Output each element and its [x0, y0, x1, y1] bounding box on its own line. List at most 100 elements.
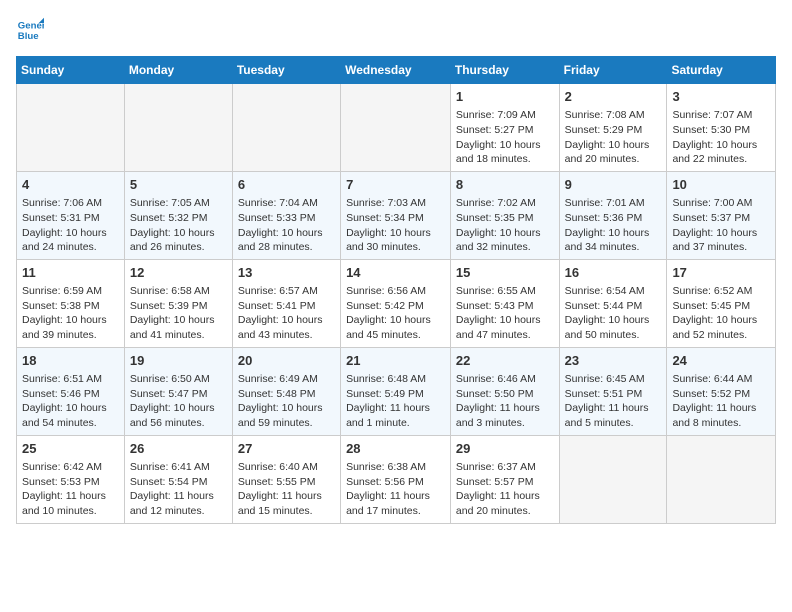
- day-number: 11: [22, 264, 119, 282]
- day-cell: 10Sunrise: 7:00 AM Sunset: 5:37 PM Dayli…: [667, 171, 776, 259]
- day-cell: 23 Sunrise: 6:45 AM Sunset: 5:51 PM Dayli…: [559, 347, 667, 435]
- day-cell: 25 Sunrise: 6:42 AM Sunset: 5:53 PM Dayli…: [17, 435, 125, 523]
- day-info: Sunrise: 7:01 AM Sunset: 5:36 PM Dayligh…: [565, 196, 662, 255]
- day-cell: 5 Sunrise: 7:05 AM Sunset: 5:32 PM Daylig…: [124, 171, 232, 259]
- day-cell: 16Sunrise: 6:54 AM Sunset: 5:44 PM Dayli…: [559, 259, 667, 347]
- day-number: 8: [456, 176, 554, 194]
- header-tuesday: Tuesday: [232, 57, 340, 84]
- day-info: Sunrise: 7:06 AM Sunset: 5:31 PM Dayligh…: [22, 196, 119, 255]
- day-cell: 26 Sunrise: 6:41 AM Sunset: 5:54 PM Dayli…: [124, 435, 232, 523]
- day-cell: [667, 435, 776, 523]
- day-info: Sunrise: 6:48 AM Sunset: 5:49 PM Dayligh…: [346, 372, 445, 431]
- day-info: Sunrise: 6:51 AM Sunset: 5:46 PM Dayligh…: [22, 372, 119, 431]
- day-info: Sunrise: 7:09 AM Sunset: 5:27 PM Dayligh…: [456, 108, 554, 167]
- day-cell: 13 Sunrise: 6:57 AM Sunset: 5:41 PM Dayli…: [232, 259, 340, 347]
- day-cell: 3 Sunrise: 7:07 AM Sunset: 5:30 PM Daylig…: [667, 84, 776, 172]
- day-cell: [232, 84, 340, 172]
- header-monday: Monday: [124, 57, 232, 84]
- day-number: 10: [672, 176, 770, 194]
- day-cell: 28 Sunrise: 6:38 AM Sunset: 5:56 PM Dayli…: [341, 435, 451, 523]
- day-cell: 14 Sunrise: 6:56 AM Sunset: 5:42 PM Dayli…: [341, 259, 451, 347]
- day-info: Sunrise: 6:50 AM Sunset: 5:47 PM Dayligh…: [130, 372, 227, 431]
- day-cell: 12 Sunrise: 6:58 AM Sunset: 5:39 PM Dayli…: [124, 259, 232, 347]
- day-cell: 11 Sunrise: 6:59 AM Sunset: 5:38 PM Dayli…: [17, 259, 125, 347]
- day-number: 5: [130, 176, 227, 194]
- day-number: 20: [238, 352, 335, 370]
- day-cell: 6 Sunrise: 7:04 AM Sunset: 5:33 PM Daylig…: [232, 171, 340, 259]
- day-info: Sunrise: 6:46 AM Sunset: 5:50 PM Dayligh…: [456, 372, 554, 431]
- day-info: Sunrise: 6:59 AM Sunset: 5:38 PM Dayligh…: [22, 284, 119, 343]
- calendar-header-row: SundayMondayTuesdayWednesdayThursdayFrid…: [17, 57, 776, 84]
- day-number: 24: [672, 352, 770, 370]
- day-number: 28: [346, 440, 445, 458]
- logo-icon: General Blue: [16, 16, 44, 44]
- svg-text:Blue: Blue: [18, 31, 39, 42]
- day-cell: 29Sunrise: 6:37 AM Sunset: 5:57 PM Dayli…: [450, 435, 559, 523]
- day-info: Sunrise: 6:54 AM Sunset: 5:44 PM Dayligh…: [565, 284, 662, 343]
- day-number: 9: [565, 176, 662, 194]
- day-cell: 22 Sunrise: 6:46 AM Sunset: 5:50 PM Dayli…: [450, 347, 559, 435]
- day-cell: 17 Sunrise: 6:52 AM Sunset: 5:45 PM Dayli…: [667, 259, 776, 347]
- day-number: 13: [238, 264, 335, 282]
- page-header: General Blue: [16, 16, 776, 44]
- day-info: Sunrise: 6:52 AM Sunset: 5:45 PM Dayligh…: [672, 284, 770, 343]
- header-friday: Friday: [559, 57, 667, 84]
- day-cell: 2 Sunrise: 7:08 AM Sunset: 5:29 PM Daylig…: [559, 84, 667, 172]
- day-cell: 19 Sunrise: 6:50 AM Sunset: 5:47 PM Dayli…: [124, 347, 232, 435]
- day-number: 2: [565, 88, 662, 106]
- day-cell: 9 Sunrise: 7:01 AM Sunset: 5:36 PM Daylig…: [559, 171, 667, 259]
- day-info: Sunrise: 7:05 AM Sunset: 5:32 PM Dayligh…: [130, 196, 227, 255]
- day-number: 19: [130, 352, 227, 370]
- header-saturday: Saturday: [667, 57, 776, 84]
- day-info: Sunrise: 7:04 AM Sunset: 5:33 PM Dayligh…: [238, 196, 335, 255]
- week-row-1: 1 Sunrise: 7:09 AM Sunset: 5:27 PM Daylig…: [17, 84, 776, 172]
- day-number: 17: [672, 264, 770, 282]
- day-info: Sunrise: 6:57 AM Sunset: 5:41 PM Dayligh…: [238, 284, 335, 343]
- day-number: 25: [22, 440, 119, 458]
- day-number: 14: [346, 264, 445, 282]
- day-cell: 27 Sunrise: 6:40 AM Sunset: 5:55 PM Dayli…: [232, 435, 340, 523]
- day-info: Sunrise: 7:03 AM Sunset: 5:34 PM Dayligh…: [346, 196, 445, 255]
- day-number: 12: [130, 264, 227, 282]
- day-info: Sunrise: 6:40 AM Sunset: 5:55 PM Dayligh…: [238, 460, 335, 519]
- day-number: 1: [456, 88, 554, 106]
- day-number: 21: [346, 352, 445, 370]
- day-cell: [559, 435, 667, 523]
- day-cell: 15Sunrise: 6:55 AM Sunset: 5:43 PM Dayli…: [450, 259, 559, 347]
- day-info: Sunrise: 6:44 AM Sunset: 5:52 PM Dayligh…: [672, 372, 770, 431]
- day-number: 7: [346, 176, 445, 194]
- day-info: Sunrise: 6:38 AM Sunset: 5:56 PM Dayligh…: [346, 460, 445, 519]
- day-number: 4: [22, 176, 119, 194]
- calendar-table: SundayMondayTuesdayWednesdayThursdayFrid…: [16, 56, 776, 524]
- day-info: Sunrise: 6:45 AM Sunset: 5:51 PM Dayligh…: [565, 372, 662, 431]
- day-cell: 8 Sunrise: 7:02 AM Sunset: 5:35 PM Daylig…: [450, 171, 559, 259]
- day-cell: [341, 84, 451, 172]
- day-number: 22: [456, 352, 554, 370]
- day-cell: 21 Sunrise: 6:48 AM Sunset: 5:49 PM Dayli…: [341, 347, 451, 435]
- day-info: Sunrise: 6:58 AM Sunset: 5:39 PM Dayligh…: [130, 284, 227, 343]
- day-info: Sunrise: 6:49 AM Sunset: 5:48 PM Dayligh…: [238, 372, 335, 431]
- week-row-4: 18 Sunrise: 6:51 AM Sunset: 5:46 PM Dayli…: [17, 347, 776, 435]
- day-number: 29: [456, 440, 554, 458]
- day-info: Sunrise: 6:42 AM Sunset: 5:53 PM Dayligh…: [22, 460, 119, 519]
- day-cell: 18 Sunrise: 6:51 AM Sunset: 5:46 PM Dayli…: [17, 347, 125, 435]
- day-number: 18: [22, 352, 119, 370]
- day-number: 3: [672, 88, 770, 106]
- day-info: Sunrise: 6:56 AM Sunset: 5:42 PM Dayligh…: [346, 284, 445, 343]
- logo: General Blue: [16, 16, 48, 44]
- header-wednesday: Wednesday: [341, 57, 451, 84]
- day-info: Sunrise: 7:02 AM Sunset: 5:35 PM Dayligh…: [456, 196, 554, 255]
- week-row-3: 11 Sunrise: 6:59 AM Sunset: 5:38 PM Dayli…: [17, 259, 776, 347]
- day-number: 6: [238, 176, 335, 194]
- day-number: 26: [130, 440, 227, 458]
- day-info: Sunrise: 6:41 AM Sunset: 5:54 PM Dayligh…: [130, 460, 227, 519]
- day-info: Sunrise: 7:07 AM Sunset: 5:30 PM Dayligh…: [672, 108, 770, 167]
- day-info: Sunrise: 7:08 AM Sunset: 5:29 PM Dayligh…: [565, 108, 662, 167]
- day-number: 23: [565, 352, 662, 370]
- day-info: Sunrise: 6:55 AM Sunset: 5:43 PM Dayligh…: [456, 284, 554, 343]
- week-row-5: 25 Sunrise: 6:42 AM Sunset: 5:53 PM Dayli…: [17, 435, 776, 523]
- day-number: 27: [238, 440, 335, 458]
- day-cell: [17, 84, 125, 172]
- header-thursday: Thursday: [450, 57, 559, 84]
- day-cell: [124, 84, 232, 172]
